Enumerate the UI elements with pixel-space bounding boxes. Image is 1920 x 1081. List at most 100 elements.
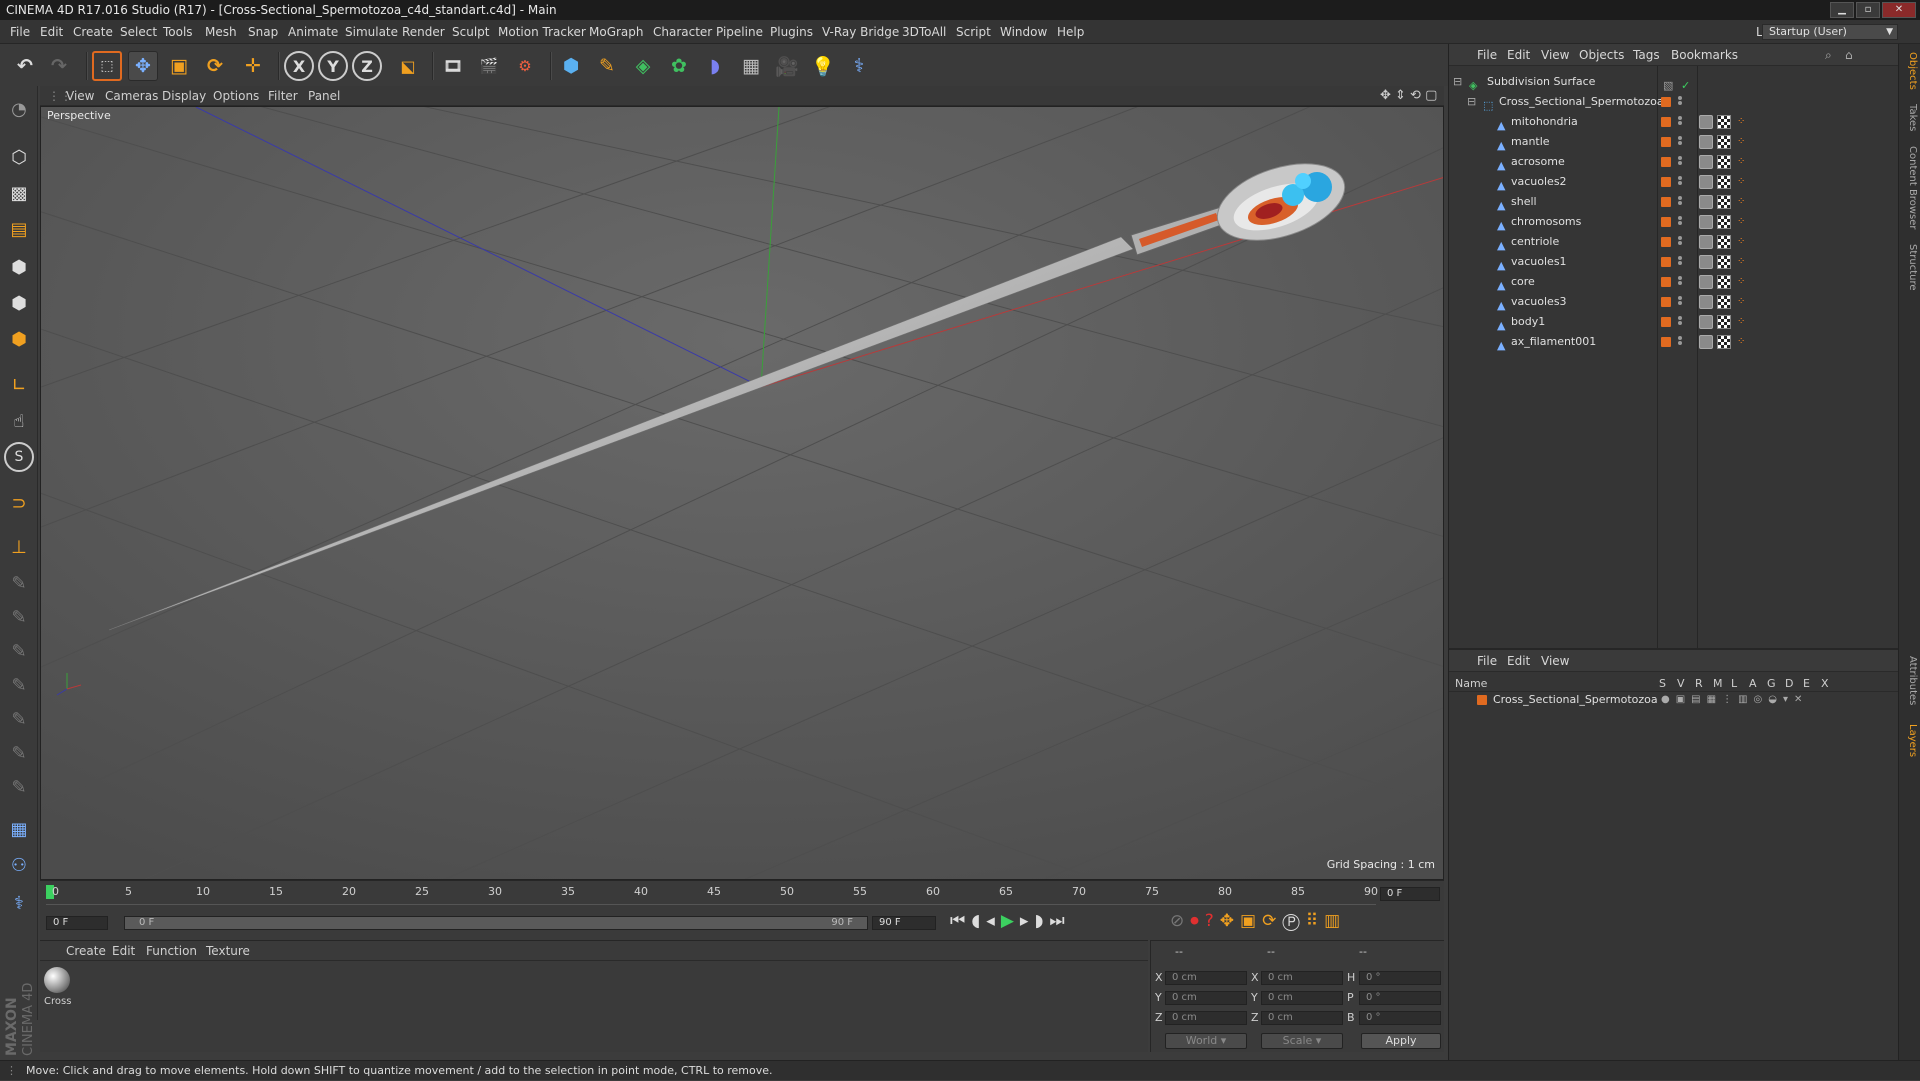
viewport-menu-display[interactable]: Display bbox=[162, 86, 206, 106]
layer-color-icon[interactable] bbox=[1661, 317, 1671, 327]
layer-col-l[interactable]: L bbox=[1731, 676, 1737, 692]
menu-snap[interactable]: Snap bbox=[248, 20, 278, 44]
autokey-icon[interactable]: ⏺ bbox=[1190, 911, 1205, 931]
record-keys-icon[interactable]: ⊘ bbox=[1170, 911, 1190, 931]
render-picture-viewer-icon[interactable]: 🎬 bbox=[474, 51, 504, 81]
menu-render[interactable]: Render bbox=[402, 20, 445, 44]
layer-col-s[interactable]: S bbox=[1659, 676, 1666, 692]
texture-tag-icon[interactable] bbox=[1717, 195, 1731, 209]
phong-tag-icon[interactable] bbox=[1699, 195, 1713, 209]
tab-objects[interactable]: Objects bbox=[1902, 52, 1918, 90]
layermgr-menu-view[interactable]: View bbox=[1541, 650, 1569, 672]
next-key-icon[interactable]: ◗ bbox=[1034, 911, 1049, 931]
cube-icon[interactable]: ⬢ bbox=[556, 51, 586, 81]
layer-color-icon[interactable] bbox=[1661, 217, 1671, 227]
layer-col-d[interactable]: D bbox=[1785, 676, 1793, 692]
snap-icon[interactable]: S bbox=[4, 442, 34, 472]
grid-snap-icon[interactable]: ▦ bbox=[4, 814, 34, 844]
key-position-icon[interactable]: ✥ bbox=[1220, 911, 1240, 931]
layer-col-v[interactable]: V bbox=[1677, 676, 1685, 692]
sculpt-pull-icon[interactable]: ✎ bbox=[4, 602, 34, 632]
layer-color-icon[interactable] bbox=[1661, 117, 1671, 127]
sculpt-wax-icon[interactable]: ✎ bbox=[4, 670, 34, 700]
material-menu-texture[interactable]: Texture bbox=[206, 941, 250, 961]
phong-tag-icon[interactable] bbox=[1699, 275, 1713, 289]
sculpt-brush-icon[interactable]: ✎ bbox=[4, 568, 34, 598]
menu-mesh[interactable]: Mesh bbox=[205, 20, 237, 44]
objmgr-menu-bookmarks[interactable]: Bookmarks bbox=[1671, 44, 1738, 66]
menu-create[interactable]: Create bbox=[73, 20, 113, 44]
visibility-dots-icon[interactable] bbox=[1677, 135, 1683, 149]
selection-tag-icon[interactable]: ⁘ bbox=[1737, 316, 1747, 328]
selection-tag-icon[interactable]: ⁘ bbox=[1737, 116, 1747, 128]
object-row[interactable]: ▲ core ⁘ bbox=[1449, 272, 1899, 292]
menu-motion-tracker[interactable]: Motion Tracker bbox=[498, 20, 586, 44]
rotate-icon[interactable]: ⟳ bbox=[200, 51, 230, 81]
texture-tag-icon[interactable] bbox=[1717, 115, 1731, 129]
next-frame-icon[interactable]: ▸ bbox=[1020, 911, 1035, 931]
apply-button[interactable]: Apply bbox=[1361, 1033, 1441, 1049]
deformer-icon[interactable]: ◗ bbox=[700, 51, 730, 81]
visibility-dots-icon[interactable] bbox=[1677, 175, 1683, 189]
key-param-icon[interactable]: Ⓟ bbox=[1282, 911, 1305, 931]
layer-color-icon[interactable] bbox=[1661, 297, 1671, 307]
polygons-mode-icon[interactable]: ⬢ bbox=[4, 324, 34, 354]
objmgr-menu-edit[interactable]: Edit bbox=[1507, 44, 1530, 66]
layer-color-icon[interactable] bbox=[1661, 97, 1671, 107]
tab-content-browser[interactable]: Content Browser bbox=[1902, 146, 1918, 229]
menu-file[interactable]: File bbox=[10, 20, 30, 44]
workplane-axis-icon[interactable]: ⊥ bbox=[4, 532, 34, 562]
material-menu-create[interactable]: Create bbox=[66, 941, 106, 961]
go-to-start-icon[interactable]: ⏮ bbox=[950, 911, 971, 931]
object-row[interactable]: ▲ ax_filament001 ⁘ bbox=[1449, 332, 1899, 352]
phong-tag-icon[interactable] bbox=[1699, 175, 1713, 189]
visibility-dots-icon[interactable] bbox=[1677, 315, 1683, 329]
layer-color-icon[interactable] bbox=[1661, 237, 1671, 247]
object-row[interactable]: ▲ centriole ⁘ bbox=[1449, 232, 1899, 252]
phong-tag-icon[interactable] bbox=[1699, 135, 1713, 149]
selection-tag-icon[interactable]: ⁘ bbox=[1737, 256, 1747, 268]
timeline-ruler[interactable]: 0 5 10 15 20 25 30 35 40 45 50 55 60 65 … bbox=[46, 883, 1378, 905]
phong-tag-icon[interactable] bbox=[1699, 295, 1713, 309]
viewport-menu-panel[interactable]: Panel bbox=[308, 86, 340, 106]
texture-tag-icon[interactable] bbox=[1717, 295, 1731, 309]
selection-tag-icon[interactable]: ⁘ bbox=[1737, 296, 1747, 308]
render-view-icon[interactable]: 🎞 bbox=[438, 51, 468, 81]
texture-tag-icon[interactable] bbox=[1717, 315, 1731, 329]
key-pla-icon[interactable]: ⠿ bbox=[1306, 911, 1324, 931]
layer-col-x[interactable]: X bbox=[1821, 676, 1829, 692]
sculpt-inflate-icon[interactable]: ✎ bbox=[4, 738, 34, 768]
menu-tools[interactable]: Tools bbox=[163, 20, 193, 44]
model-mode-icon[interactable]: ⬡ bbox=[4, 142, 34, 172]
selection-tag-icon[interactable]: ⁘ bbox=[1737, 216, 1747, 228]
material-swatch[interactable]: Cross bbox=[44, 967, 74, 1009]
menu-window[interactable]: Window bbox=[1000, 20, 1047, 44]
texture-mode-icon[interactable]: ▩ bbox=[4, 178, 34, 208]
x-axis-icon[interactable]: X bbox=[284, 51, 314, 81]
y-axis-icon[interactable]: Y bbox=[318, 51, 348, 81]
coord-size-x-field[interactable]: 0 cm bbox=[1261, 971, 1343, 985]
layermgr-menu-edit[interactable]: Edit bbox=[1507, 650, 1530, 672]
collapse-icon[interactable]: ⊟ bbox=[1453, 72, 1462, 92]
phong-tag-icon[interactable] bbox=[1699, 255, 1713, 269]
menu-help[interactable]: Help bbox=[1057, 20, 1084, 44]
edit-render-settings-icon[interactable]: ⚙ bbox=[510, 51, 540, 81]
object-row-group[interactable]: ⊟ ⬚ Cross_Sectional_Spermotozoa bbox=[1449, 92, 1899, 112]
visibility-dots-icon[interactable] bbox=[1677, 335, 1683, 349]
texture-tag-icon[interactable] bbox=[1717, 175, 1731, 189]
undo-icon[interactable]: ↶ bbox=[10, 51, 40, 81]
visibility-dots-icon[interactable] bbox=[1677, 195, 1683, 209]
object-row[interactable]: ▲ shell ⁘ bbox=[1449, 192, 1899, 212]
coord-rot-p-field[interactable]: 0 ° bbox=[1359, 991, 1441, 1005]
material-menu-edit[interactable]: Edit bbox=[112, 941, 135, 961]
key-scale-icon[interactable]: ▣ bbox=[1240, 911, 1262, 931]
enabled-check-icon[interactable]: ✓ bbox=[1681, 76, 1691, 92]
tab-attributes[interactable]: Attributes bbox=[1902, 656, 1918, 705]
magnet-icon[interactable]: ⊃ bbox=[4, 488, 34, 518]
object-row[interactable]: ▲ vacuoles3 ⁘ bbox=[1449, 292, 1899, 312]
edges-mode-icon[interactable]: ⬢ bbox=[4, 288, 34, 318]
coord-size-y-field[interactable]: 0 cm bbox=[1261, 991, 1343, 1005]
redo-icon[interactable]: ↷ bbox=[44, 51, 74, 81]
layer-col-m[interactable]: M bbox=[1713, 676, 1723, 692]
scale-icon[interactable]: ▣ bbox=[164, 51, 194, 81]
